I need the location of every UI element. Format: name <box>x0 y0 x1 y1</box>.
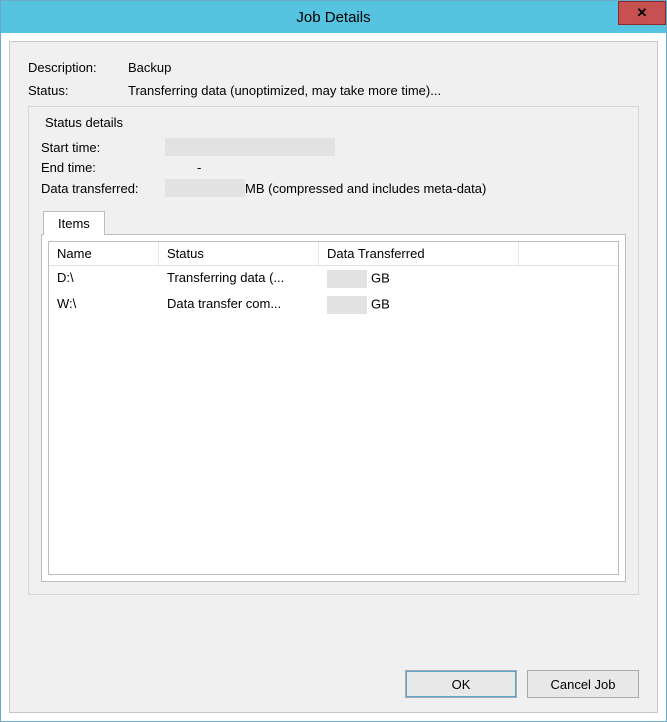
description-row: Description: Backup <box>28 60 639 75</box>
job-details-window: Job Details ✕ Description: Backup Status… <box>0 0 667 722</box>
window-title: Job Details <box>296 9 370 26</box>
column-header-name[interactable]: Name <box>49 242 159 265</box>
end-time-label: End time: <box>41 160 165 175</box>
end-time-row: End time: - <box>41 160 626 175</box>
end-time-value: - <box>165 160 201 175</box>
cell-status: Data transfer com... <box>159 294 319 316</box>
items-panel: Name Status Data Transferred D:\ Transfe… <box>41 234 626 582</box>
column-header-status[interactable]: Status <box>159 242 319 265</box>
start-time-row: Start time: <box>41 138 626 156</box>
cell-data-value-redacted <box>327 270 367 288</box>
tabstrip: Items <box>43 211 626 235</box>
tab-items[interactable]: Items <box>43 211 105 235</box>
start-time-value-redacted <box>165 138 335 156</box>
close-button[interactable]: ✕ <box>618 1 666 25</box>
cell-name: W:\ <box>49 294 159 316</box>
cell-name: D:\ <box>49 268 159 290</box>
cell-data: GB <box>319 294 519 316</box>
cell-data-value-redacted <box>327 296 367 314</box>
titlebar: Job Details ✕ <box>1 1 666 33</box>
table-row[interactable]: W:\ Data transfer com... GB <box>49 292 618 318</box>
list-body: D:\ Transferring data (... GB W:\ Data t… <box>49 266 618 574</box>
table-row[interactable]: D:\ Transferring data (... GB <box>49 266 618 292</box>
cell-data-unit: GB <box>371 296 390 311</box>
status-details-legend: Status details <box>41 115 127 130</box>
client-area: Description: Backup Status: Transferring… <box>9 41 658 713</box>
data-transferred-label: Data transferred: <box>41 181 165 196</box>
cancel-job-button[interactable]: Cancel Job <box>527 670 639 698</box>
status-value: Transferring data (unoptimized, may take… <box>128 83 639 98</box>
column-header-spacer <box>519 242 618 265</box>
start-time-label: Start time: <box>41 140 165 155</box>
items-listview[interactable]: Name Status Data Transferred D:\ Transfe… <box>48 241 619 575</box>
list-header: Name Status Data Transferred <box>49 242 618 266</box>
cell-status: Transferring data (... <box>159 268 319 290</box>
data-transferred-suffix: MB (compressed and includes meta-data) <box>245 181 486 196</box>
ok-button[interactable]: OK <box>405 670 517 698</box>
description-label: Description: <box>28 60 128 75</box>
description-value: Backup <box>128 60 639 75</box>
status-row: Status: Transferring data (unoptimized, … <box>28 83 639 98</box>
cell-data-unit: GB <box>371 270 390 285</box>
button-row: OK Cancel Job <box>405 670 639 698</box>
column-header-data[interactable]: Data Transferred <box>319 242 519 265</box>
status-label: Status: <box>28 83 128 98</box>
status-details-group: Status details Start time: End time: - D… <box>28 106 639 595</box>
data-transferred-value-redacted <box>165 179 245 197</box>
cell-data: GB <box>319 268 519 290</box>
close-icon: ✕ <box>637 5 648 21</box>
data-transferred-row: Data transferred: MB (compressed and inc… <box>41 179 626 197</box>
